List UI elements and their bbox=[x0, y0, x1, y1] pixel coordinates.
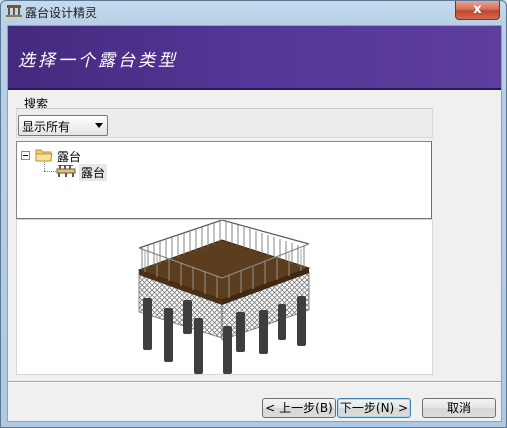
close-icon: x bbox=[473, 2, 482, 17]
tree-root-label[interactable]: 露台 bbox=[57, 148, 81, 165]
collapse-icon[interactable] bbox=[21, 151, 30, 160]
cancel-button-label: 取消 bbox=[446, 401, 471, 415]
close-button[interactable]: x bbox=[455, 1, 500, 20]
filter-selected-value: 显示所有 bbox=[22, 120, 71, 134]
next-button[interactable]: 下一步(N) > bbox=[337, 398, 411, 418]
folder-icon bbox=[35, 149, 53, 162]
filter-dropdown[interactable]: 显示所有 bbox=[18, 115, 108, 136]
chevron-down-icon[interactable] bbox=[95, 123, 103, 128]
deck-preview-image bbox=[137, 220, 311, 374]
back-button[interactable]: < 上一步(B) bbox=[262, 398, 336, 418]
deck-app-icon bbox=[6, 5, 22, 17]
wizard-client-area: 选择一个露台类型 搜索 显示所有 露台 露台 < 上一步(B) 下一步(N) >… bbox=[7, 25, 502, 422]
wizard-window: 露台设计精灵 x 选择一个露台类型 搜索 显示所有 露台 露台 < 上一步(B)… bbox=[0, 0, 507, 428]
footer-separator bbox=[8, 381, 501, 383]
deck-type-tree[interactable]: 露台 露台 bbox=[16, 141, 432, 219]
tree-connector bbox=[44, 171, 56, 172]
next-button-label: 下一步(N) > bbox=[339, 401, 409, 415]
wizard-banner: 选择一个露台类型 bbox=[8, 26, 501, 90]
tree-content: 露台 露台 bbox=[21, 146, 221, 186]
window-title: 露台设计精灵 bbox=[25, 6, 98, 20]
banner-title: 选择一个露台类型 bbox=[18, 51, 178, 71]
title-bar[interactable]: 露台设计精灵 x bbox=[1, 1, 506, 23]
tree-item-deck[interactable]: 露台 bbox=[79, 164, 108, 181]
cancel-button[interactable]: 取消 bbox=[422, 398, 496, 418]
back-button-label: < 上一步(B) bbox=[265, 401, 333, 415]
deck-preview-panel bbox=[16, 219, 433, 375]
deck-icon bbox=[56, 165, 76, 177]
tree-connector bbox=[44, 162, 45, 171]
